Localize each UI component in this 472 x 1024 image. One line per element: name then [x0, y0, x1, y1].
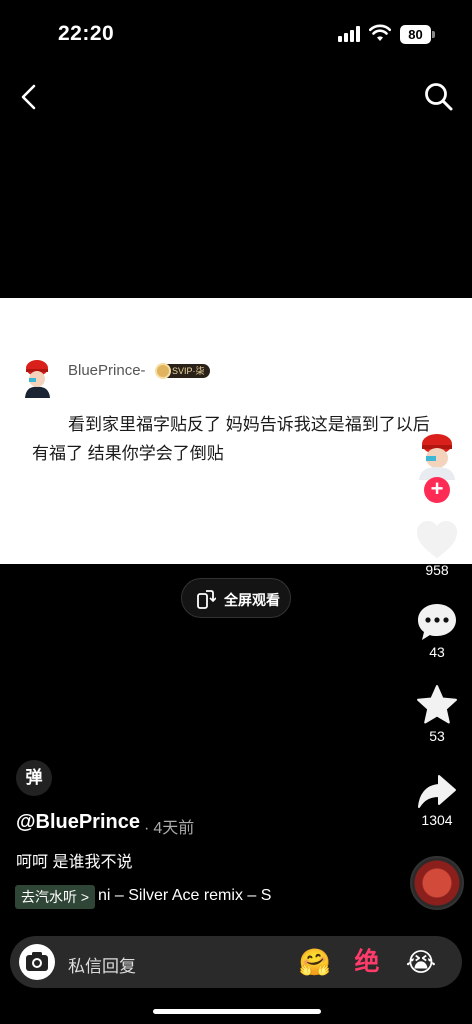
post-card[interactable]: BluePrince- SVIP·柒 看到家里福字贴反了 妈妈告诉我这是福到了以…: [0, 298, 472, 564]
home-indicator: [153, 1009, 321, 1014]
back-icon[interactable]: [14, 80, 46, 114]
favorite-count: 53: [429, 728, 445, 744]
status-time: 22:20: [58, 22, 115, 45]
favorite-button[interactable]: 53: [408, 684, 466, 744]
fullscreen-button[interactable]: 全屏观看: [181, 578, 291, 618]
reply-input[interactable]: 私信回复: [68, 952, 136, 977]
hug-emoji-button[interactable]: 🤗: [298, 945, 332, 979]
search-icon[interactable]: [422, 80, 456, 114]
heart-icon: [417, 521, 457, 558]
like-count: 958: [425, 562, 449, 578]
post-text: 看到家里福字贴反了 妈妈告诉我这是福到了以后有福了 结果你学会了倒贴: [32, 415, 430, 463]
post-username: BluePrince-: [68, 362, 146, 379]
battery-tip: [432, 31, 435, 38]
like-button[interactable]: 958: [408, 520, 466, 578]
music-disc-icon[interactable]: [410, 856, 464, 910]
follow-button[interactable]: +: [424, 477, 450, 503]
wifi-icon: [369, 24, 391, 41]
rotate-screen-icon: [197, 590, 216, 609]
comment-count: 43: [429, 644, 445, 660]
share-button[interactable]: 1304: [408, 774, 466, 828]
coin-icon: [155, 363, 171, 379]
jue-emoji-button[interactable]: 绝: [350, 945, 384, 979]
comment-button[interactable]: 43: [408, 602, 466, 660]
danmu-toggle-button[interactable]: 弹: [16, 760, 52, 796]
reply-bar: 私信回复 🤗 绝 😭: [10, 936, 462, 988]
battery-indicator: 80: [400, 25, 431, 44]
svip-label: SVIP·柒: [172, 366, 205, 376]
share-count: 1304: [421, 812, 453, 828]
post-time: 4天前: [144, 814, 194, 838]
status-bar: 22:20 80: [0, 0, 472, 70]
camera-icon: [26, 952, 48, 971]
comment-icon: [418, 604, 456, 640]
music-app-button[interactable]: 去汽水听 >: [15, 885, 96, 909]
avatar: [25, 360, 50, 398]
share-arrow-icon: [418, 775, 456, 808]
star-icon: [417, 685, 457, 724]
fullscreen-label: 全屏观看: [224, 592, 280, 608]
crying-emoji-button[interactable]: 😭: [404, 945, 438, 979]
author-avatar[interactable]: [416, 432, 458, 480]
camera-button[interactable]: [19, 944, 55, 980]
svip-badge: SVIP·柒: [155, 363, 210, 379]
author-handle[interactable]: @BluePrince: [16, 811, 140, 834]
music-title[interactable]: ni – Silver Ace remix – S: [98, 887, 290, 905]
caption: 呵呵 是谁我不说: [16, 854, 133, 871]
signal-icon: [338, 26, 362, 42]
